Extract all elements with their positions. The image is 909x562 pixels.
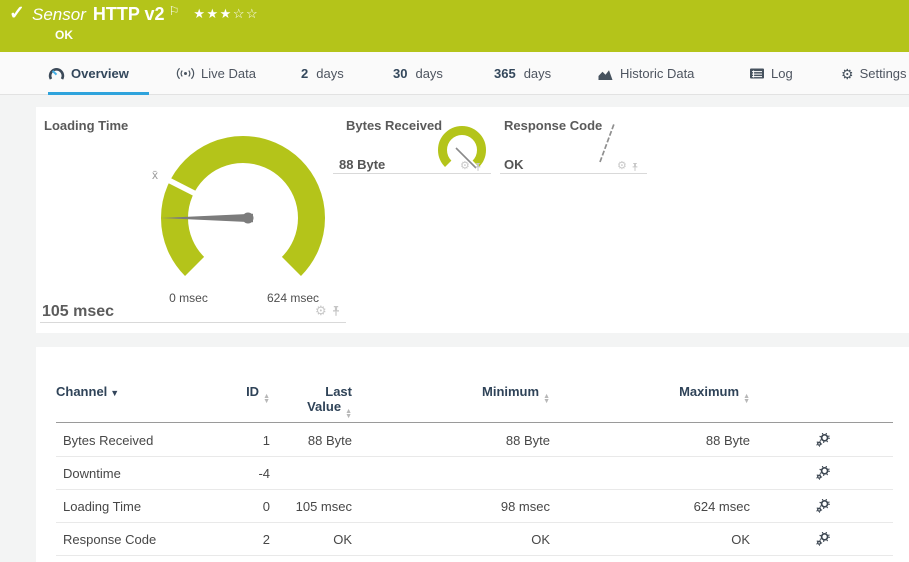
pin-icon[interactable] — [474, 162, 482, 172]
gear-icon: ⚙ — [841, 67, 854, 81]
historic-data-icon — [597, 67, 614, 81]
gauges-panel: Loading Time x̄ 0 msec 624 msec 105 msec… — [36, 107, 909, 333]
column-header-minimum[interactable]: Minimum▲▼ — [352, 347, 550, 422]
channel-last-value: OK — [270, 532, 352, 547]
channel-name: Downtime — [56, 466, 196, 481]
loading-time-title: Loading Time — [44, 118, 128, 133]
table-row: Bytes Received 1 88 Byte 88 Byte 88 Byte — [56, 424, 893, 457]
flag-icon[interactable]: ⚐ — [169, 4, 180, 18]
channel-maximum: 624 msec — [550, 499, 750, 514]
bytes-received-panel-icons: ⚙ — [460, 161, 482, 172]
tab-historic-data[interactable]: Historic Data — [597, 52, 694, 95]
channel-settings-button[interactable] — [750, 499, 830, 513]
sensor-type-label: Sensor — [32, 5, 86, 24]
tab-live-data[interactable]: Live Data — [176, 52, 256, 95]
pin-icon[interactable] — [331, 305, 341, 317]
channel-settings-gears-icon — [816, 499, 830, 513]
column-header-channel[interactable]: Channel▼ — [56, 347, 196, 422]
tab-overview[interactable]: Overview — [48, 52, 129, 95]
channel-minimum: OK — [352, 532, 550, 547]
active-tab-indicator — [48, 92, 149, 95]
gauge-icon — [48, 66, 65, 82]
tab-2-days[interactable]: 2 days — [301, 52, 344, 95]
column-header-last-value[interactable]: Last Value▲▼ — [270, 347, 352, 422]
channel-name: Response Code — [56, 532, 196, 547]
loading-time-panel-icons: ⚙ — [315, 304, 341, 317]
stars-filled[interactable]: ★★★ — [193, 6, 232, 21]
tab-bar: Overview Live Data 2 days 30 days 365 da… — [0, 52, 909, 95]
status-ok-check-icon: ✓ — [9, 2, 25, 25]
average-marker-label: x̄ — [152, 168, 158, 182]
priority-stars[interactable]: ★★★☆☆ — [193, 6, 259, 21]
column-header-maximum[interactable]: Maximum▲▼ — [550, 347, 750, 422]
channel-minimum: 88 Byte — [352, 433, 550, 448]
channel-name: Loading Time — [56, 499, 196, 514]
table-row: Downtime -4 — [56, 457, 893, 490]
sensor-header: ✓ Sensor HTTP v2 ⚐ ★★★☆☆ OK — [0, 0, 909, 52]
channel-id: 1 — [196, 433, 270, 448]
log-icon — [749, 67, 765, 80]
sensor-status-text: OK — [55, 28, 73, 42]
response-code-panel-icons: ⚙ — [617, 161, 639, 172]
tab-settings[interactable]: ⚙ Settings — [841, 52, 907, 95]
sort-arrows-icon: ▲▼ — [543, 394, 550, 404]
response-code-value: OK — [504, 157, 524, 172]
channel-maximum: 88 Byte — [550, 433, 750, 448]
pin-icon[interactable] — [631, 162, 639, 172]
sensor-name: HTTP v2 — [93, 4, 165, 24]
channel-settings-gears-icon — [816, 466, 830, 480]
bytes-received-value: 88 Byte — [339, 157, 385, 172]
sort-caret-icon: ▼ — [110, 388, 119, 398]
table-header: Channel▼ ID▲▼ Last Value▲▼ Minimum▲▼ Max… — [56, 347, 893, 423]
channel-name: Bytes Received — [56, 433, 196, 448]
channel-settings-button[interactable] — [750, 466, 830, 480]
prtg-sensor-page: ✓ Sensor HTTP v2 ⚐ ★★★☆☆ OK Overview Live D… — [0, 0, 909, 562]
channel-id: 2 — [196, 532, 270, 547]
channel-settings-button[interactable] — [750, 433, 830, 447]
channel-gear-icon[interactable]: ⚙ — [617, 161, 627, 172]
channel-settings-gears-icon — [816, 433, 830, 447]
channels-panel: Channel▼ ID▲▼ Last Value▲▼ Minimum▲▼ Max… — [36, 347, 909, 562]
channel-id: 0 — [196, 499, 270, 514]
channel-gear-icon[interactable]: ⚙ — [315, 304, 327, 317]
sort-arrows-icon: ▲▼ — [743, 394, 750, 404]
tab-log[interactable]: Log — [749, 52, 793, 95]
loading-time-divider — [40, 322, 346, 323]
channel-last-value: 105 msec — [270, 499, 352, 514]
response-code-divider — [500, 173, 647, 174]
loading-time-value: 105 msec — [42, 303, 114, 321]
live-data-icon — [176, 67, 195, 80]
channel-settings-button[interactable] — [750, 532, 830, 546]
channel-last-value: 88 Byte — [270, 433, 352, 448]
loading-time-gauge[interactable]: x̄ — [126, 122, 366, 290]
gauge-needle — [600, 124, 614, 162]
sort-arrows-icon: ▲▼ — [345, 409, 352, 419]
tab-30-days[interactable]: 30 days — [393, 52, 443, 95]
table-row: Response Code 2 OK OK OK — [56, 523, 893, 556]
table-row: Loading Time 0 105 msec 98 msec 624 msec — [56, 490, 893, 523]
channel-gear-icon[interactable]: ⚙ — [460, 161, 470, 172]
gauge-min-label: 0 msec — [151, 291, 226, 305]
column-header-id[interactable]: ID▲▼ — [196, 347, 270, 422]
channel-id: -4 — [196, 466, 270, 481]
channel-maximum: OK — [550, 532, 750, 547]
sort-arrows-icon: ▲▼ — [263, 394, 270, 404]
channel-minimum: 98 msec — [352, 499, 550, 514]
tab-365-days[interactable]: 365 days — [494, 52, 551, 95]
channel-settings-gears-icon — [816, 532, 830, 546]
stars-empty[interactable]: ☆☆ — [233, 6, 259, 21]
bytes-received-divider — [333, 173, 491, 174]
